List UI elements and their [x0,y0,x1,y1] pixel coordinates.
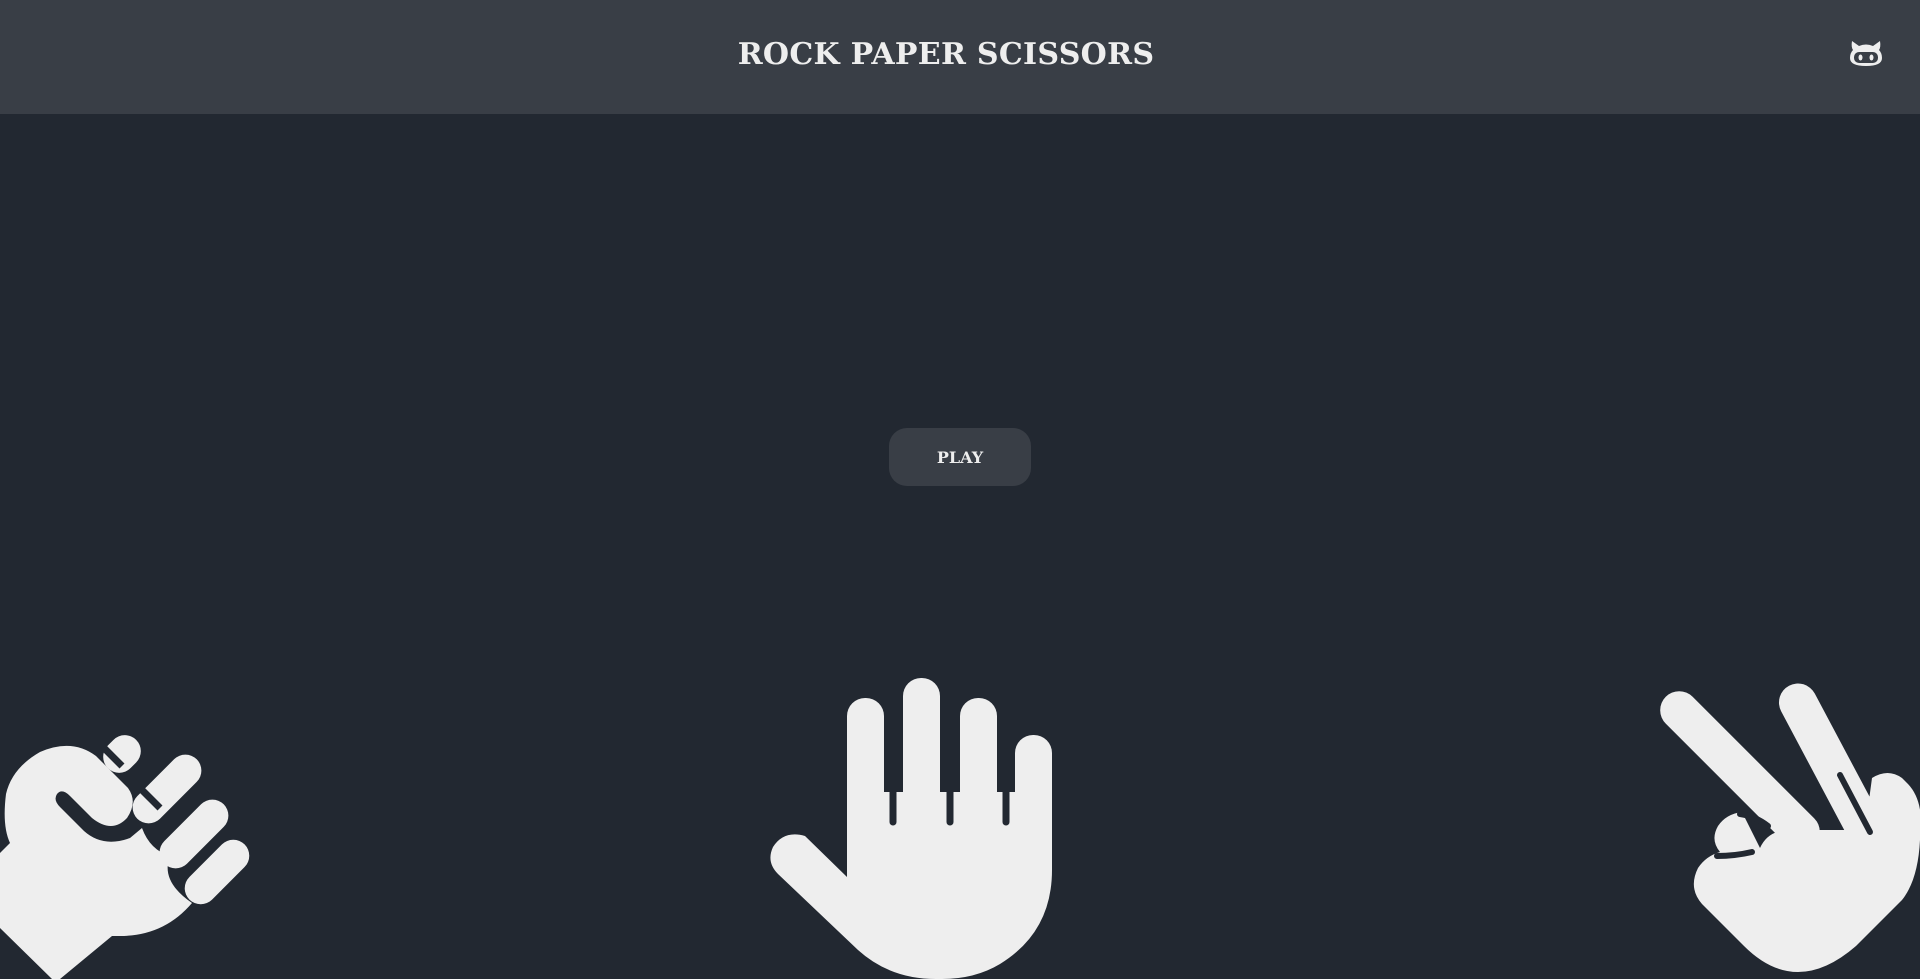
play-button[interactable]: PLAY [889,428,1031,486]
rock-fist-icon [0,731,250,979]
scissors-hand-icon [1660,683,1920,972]
paper-hand[interactable] [760,672,1060,979]
rock-hand[interactable] [0,666,260,979]
paper-open-hand-icon [770,678,1052,979]
top-bar: ROCK PAPER SCISSORS [0,0,1920,114]
page-title: ROCK PAPER SCISSORS [737,37,1155,72]
scissors-hand[interactable] [1640,660,1920,979]
github-octocat-icon [1850,41,1882,66]
github-link[interactable] [1848,38,1884,70]
